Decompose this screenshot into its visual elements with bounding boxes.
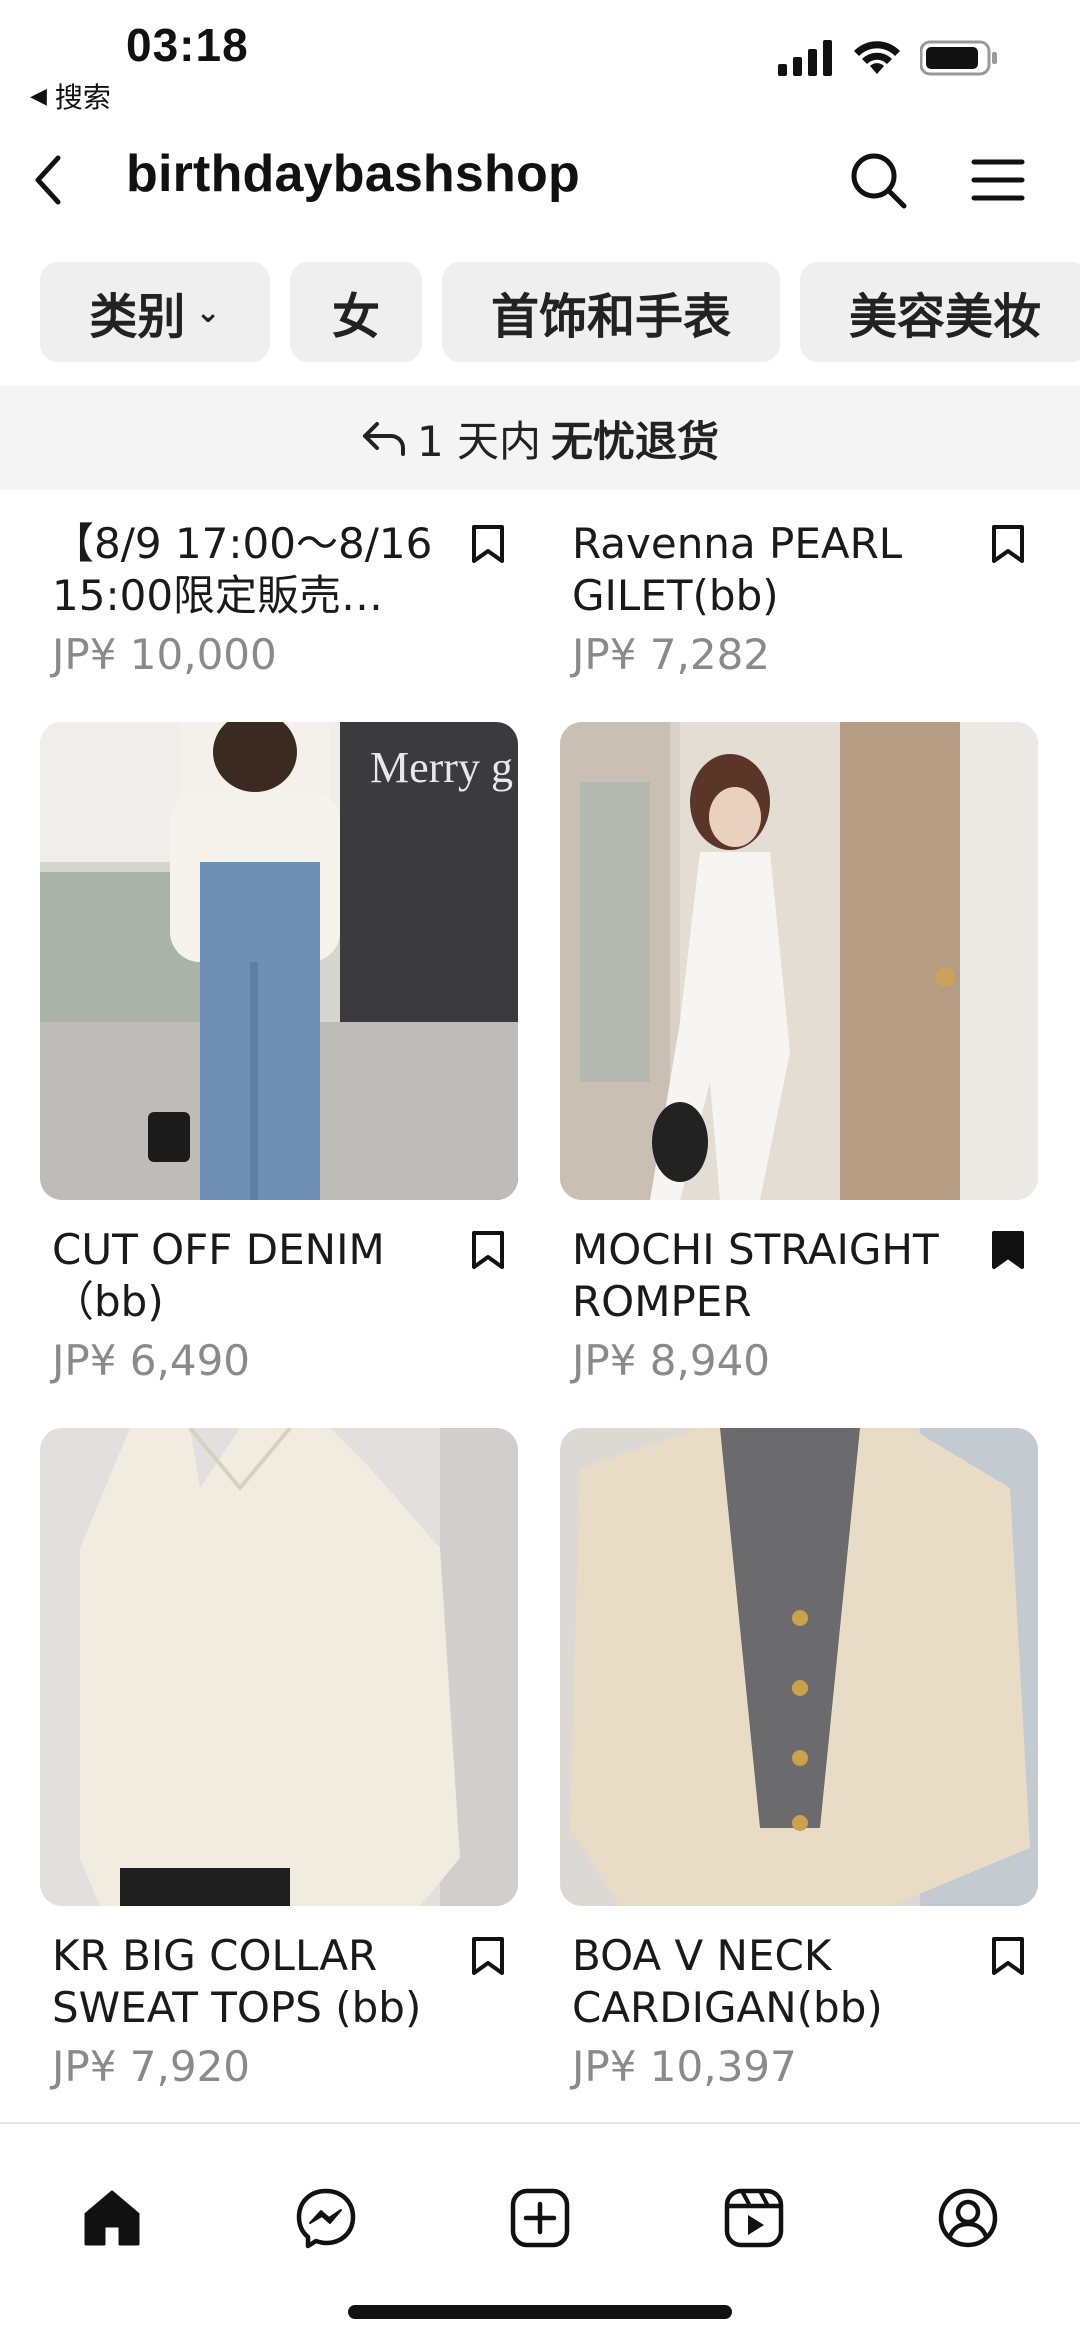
product-image[interactable] bbox=[560, 1428, 1038, 1906]
product-price: JP¥ 10,397 bbox=[572, 2042, 797, 2091]
product-name: 【8/9 17:00～8/16 15:00限定販売… bbox=[52, 519, 433, 620]
product-image[interactable] bbox=[560, 722, 1038, 1200]
romper-photo bbox=[560, 722, 1038, 1200]
product-card-5[interactable]: KR BIG COLLAR SWEAT TOPS (bb) JP¥ 7,920 bbox=[40, 1930, 518, 2091]
chip-label: 类别 bbox=[89, 289, 186, 345]
top-app-bar: birthdaybashshop bbox=[0, 130, 1080, 230]
chip-label: 女 bbox=[331, 289, 380, 345]
chevron-down-icon: ⌄ bbox=[195, 294, 221, 330]
bookmark-icon[interactable] bbox=[470, 1936, 506, 1976]
product-price: JP¥ 7,920 bbox=[52, 2042, 251, 2091]
back-arrow-icon[interactable] bbox=[28, 150, 68, 210]
svg-text:Merry g: Merry g bbox=[370, 743, 513, 792]
chip-women[interactable]: 女 bbox=[290, 262, 422, 362]
wifi-icon bbox=[854, 41, 900, 74]
menu-icon[interactable] bbox=[968, 150, 1028, 210]
product-name: KR BIG COLLAR SWEAT TOPS (bb) bbox=[52, 1931, 422, 2032]
product-card-3[interactable]: CUT OFF DENIM （bb) JP¥ 6,490 bbox=[40, 1224, 518, 1385]
back-triangle-icon: ◀ bbox=[30, 83, 47, 109]
return-arrow-icon bbox=[362, 422, 405, 456]
product-price: JP¥ 7,282 bbox=[572, 630, 771, 679]
cardigan-photo bbox=[560, 1428, 1038, 1906]
status-back-link[interactable]: ◀ 搜索 bbox=[30, 76, 111, 116]
product-card-4[interactable]: MOCHI STRAIGHT ROMPER JP¥ 8,940 bbox=[560, 1224, 1038, 1385]
chip-label: 美容美妆 bbox=[848, 289, 1041, 345]
product-price: JP¥ 8,940 bbox=[572, 1336, 771, 1385]
cellular-signal-icon bbox=[778, 40, 832, 76]
product-grid: 【8/9 17:00～8/16 15:00限定販売… JP¥ 10,000 Ra… bbox=[0, 490, 1080, 2120]
denim-photo: Merry g bbox=[40, 722, 518, 1200]
messenger-icon[interactable] bbox=[294, 2186, 358, 2250]
status-back-label: 搜索 bbox=[54, 81, 111, 114]
profile-icon[interactable] bbox=[936, 2186, 1000, 2250]
product-image[interactable]: Merry g bbox=[40, 722, 518, 1200]
product-name: Ravenna PEARL GILET(bb) bbox=[572, 519, 903, 620]
chip-label: 首饰和手表 bbox=[490, 289, 731, 345]
product-name: CUT OFF DENIM （bb) bbox=[52, 1225, 385, 1326]
return-policy-banner[interactable]: 1 天内 无忧退货 bbox=[0, 386, 1080, 490]
chip-jewelry-watches[interactable]: 首饰和手表 bbox=[442, 262, 780, 362]
reels-icon[interactable] bbox=[722, 2186, 786, 2250]
sweat-top-photo bbox=[40, 1428, 518, 1906]
product-card-1[interactable]: 【8/9 17:00～8/16 15:00限定販売… JP¥ 10,000 bbox=[40, 518, 518, 679]
bookmark-icon[interactable] bbox=[990, 1936, 1026, 1976]
bookmark-icon[interactable] bbox=[470, 524, 506, 564]
product-name: MOCHI STRAIGHT ROMPER bbox=[572, 1225, 939, 1326]
bookmark-filled-icon[interactable] bbox=[990, 1230, 1026, 1270]
banner-highlight: 无忧退货 bbox=[551, 416, 720, 466]
battery-icon bbox=[920, 40, 997, 76]
chip-beauty[interactable]: 美容美妆 bbox=[800, 262, 1080, 362]
product-image[interactable] bbox=[40, 1428, 518, 1906]
home-indicator bbox=[348, 2305, 732, 2319]
product-price: JP¥ 10,000 bbox=[52, 630, 277, 679]
category-chips: 类别 ⌄ 女 首饰和手表 美容美妆 bbox=[40, 262, 1080, 362]
bottom-nav bbox=[0, 2122, 1080, 2337]
chip-category[interactable]: 类别 ⌄ bbox=[40, 262, 270, 362]
product-price: JP¥ 6,490 bbox=[52, 1336, 251, 1385]
banner-prefix: 1 天内 bbox=[416, 416, 542, 466]
status-time: 03:18 bbox=[126, 19, 249, 71]
product-name: BOA V NECK CARDIGAN(bb) bbox=[572, 1931, 883, 2032]
status-icons bbox=[778, 40, 998, 76]
product-card-6[interactable]: BOA V NECK CARDIGAN(bb) JP¥ 10,397 bbox=[560, 1930, 1038, 2091]
bookmark-icon[interactable] bbox=[470, 1230, 506, 1270]
search-icon[interactable] bbox=[846, 148, 910, 212]
bookmark-icon[interactable] bbox=[990, 524, 1026, 564]
product-card-2[interactable]: Ravenna PEARL GILET(bb) JP¥ 7,282 bbox=[560, 518, 1038, 679]
home-icon[interactable] bbox=[80, 2186, 144, 2250]
create-icon[interactable] bbox=[508, 2186, 572, 2250]
shop-title: birthdaybashshop bbox=[126, 145, 580, 203]
